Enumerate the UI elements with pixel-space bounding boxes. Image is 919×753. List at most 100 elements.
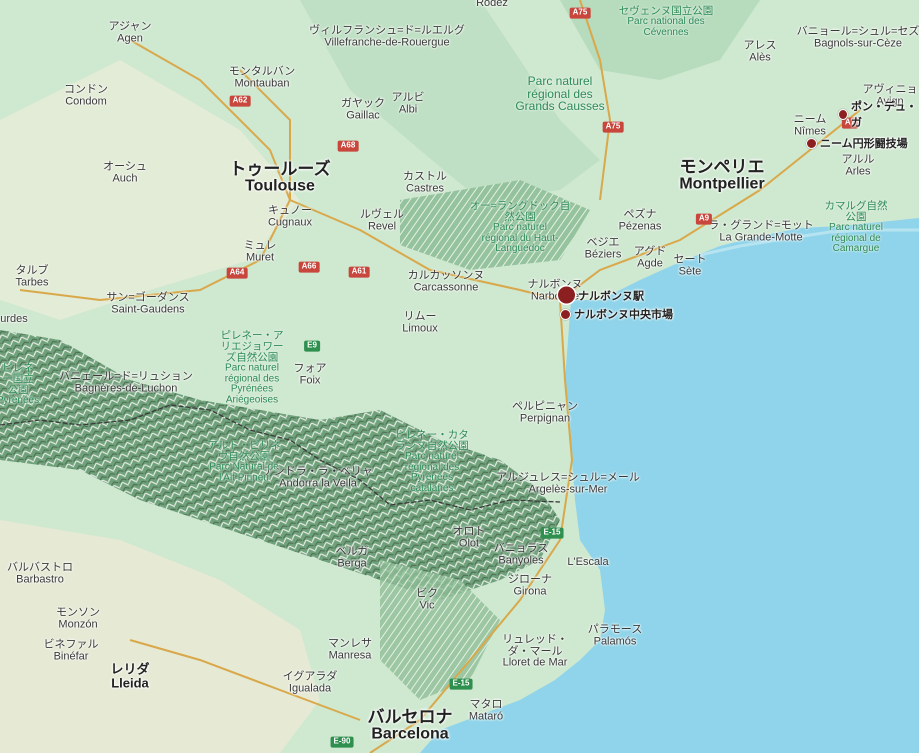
city-label-sete[interactable]: セート Sète xyxy=(674,254,707,277)
city-name-ja: レリダ xyxy=(110,661,150,677)
city-name-ja: アルビ xyxy=(391,91,425,104)
poi-pont-du-gard[interactable]: ポン・デュ・ガ xyxy=(838,98,919,130)
park-name-en: Parc national des Cévennes xyxy=(627,16,705,38)
city-label-perpignan[interactable]: ペルピニャン Perpignan xyxy=(512,401,578,424)
city-name-ja: アグド xyxy=(633,245,667,258)
city-label-monzon[interactable]: モンソン Monzón xyxy=(56,607,100,630)
city-name-ja: ベルガ xyxy=(335,545,369,558)
city-label-tarbes[interactable]: タルブ Tarbes xyxy=(15,265,48,288)
park-label-camargue[interactable]: カマルグ自然公園 Parc naturel régional de Camargu… xyxy=(821,201,891,255)
city-label-lleida[interactable]: レリダ Lleida xyxy=(110,662,149,689)
park-label-catalanes[interactable]: ピレネー・カタランヌ自然公園 Parc naturel régional des … xyxy=(392,429,472,494)
city-label-montauban[interactable]: モンタルバン Montauban xyxy=(229,66,296,89)
city-label-binefar[interactable]: ビネファル Binéfar xyxy=(44,639,99,662)
city-label-auch[interactable]: オーシュ Auch xyxy=(103,161,147,184)
city-label-palamos[interactable]: パラモース Palamós xyxy=(588,624,642,647)
road-shield: E9 xyxy=(304,340,320,352)
city-name-ja: カストル xyxy=(403,170,447,183)
city-name-en: Vic xyxy=(419,599,435,611)
poi-label: ナルボンヌ中央市場 xyxy=(574,309,673,321)
city-label-ales[interactable]: アレス Alès xyxy=(744,40,777,63)
city-label-arles[interactable]: アルル Arles xyxy=(842,154,875,177)
city-label-lourdes[interactable]: urdes xyxy=(0,314,28,326)
city-name-en: Pézenas xyxy=(618,220,662,232)
city-name-ja: パラモース xyxy=(587,623,643,636)
park-label-grands-causses[interactable]: Parc naturel régional des Grands Causses xyxy=(515,75,605,113)
city-name-en: Alès xyxy=(749,51,771,63)
park-name-en: Parc naturel régional des Pyrénées catal… xyxy=(404,451,460,494)
poi-nimes-arena[interactable]: ニーム円形闘技場 xyxy=(806,135,908,151)
city-label-vic[interactable]: ビク Vic xyxy=(416,588,438,611)
city-name-ja: フォア xyxy=(293,362,327,375)
city-label-barcelona[interactable]: バルセロナ Barcelona xyxy=(368,708,453,744)
city-label-rodez[interactable]: Rodez xyxy=(476,0,508,10)
city-label-igualada[interactable]: イグアラダ Igualada xyxy=(283,671,338,694)
city-name-ja: モンペリエ xyxy=(679,157,765,177)
city-label-carcassonne[interactable]: カルカッソンヌ Carcassonne xyxy=(408,270,485,293)
city-label-muret[interactable]: ミュレ Muret xyxy=(244,240,277,263)
city-label-pezenas[interactable]: ペズナ Pézenas xyxy=(619,209,662,232)
city-name-en: Agen xyxy=(117,32,143,44)
city-label-argeles[interactable]: アルジュレス=シュル=メール Argelès-sur-Mer xyxy=(496,472,640,495)
city-label-cugnaux[interactable]: キュノー Cugnaux xyxy=(268,205,312,228)
location-pin-icon xyxy=(560,308,571,320)
city-label-manresa[interactable]: マンレサ Manresa xyxy=(328,638,372,661)
city-label-girona[interactable]: ジローナ Girona xyxy=(508,574,552,597)
city-label-lescala[interactable]: L'Escala xyxy=(567,557,608,569)
park-label-alt-pirineu[interactable]: アルト・ピリネウ自然公園 Parc Natural de l'Alt Pirine… xyxy=(204,440,284,483)
city-label-luchon[interactable]: バニェール=ド=リュション Bagnères-de-Luchon xyxy=(59,371,193,394)
city-label-foix[interactable]: フォア Foix xyxy=(294,363,327,386)
city-name-ja: ミュレ xyxy=(243,239,277,252)
road-shield: A64 xyxy=(226,267,248,279)
city-label-bagnols[interactable]: バニョール=シュル=セズ Bagnols-sur-Cèze xyxy=(797,26,919,49)
city-label-villefranche[interactable]: ヴィルフランシュ=ド=ルエルグ Villefranche-de-Rouergue xyxy=(309,25,465,48)
city-label-toulouse[interactable]: トゥールーズ Toulouse xyxy=(229,160,330,196)
city-name-ja: ペルピニャン xyxy=(512,400,578,413)
city-label-barbastro[interactable]: バルバストロ Barbastro xyxy=(7,562,73,585)
road-shield: A75 xyxy=(602,121,624,133)
city-name-en: Perpignan xyxy=(519,412,571,424)
city-name-ja: ジローナ xyxy=(508,573,552,586)
city-name-ja: セート xyxy=(673,253,707,266)
city-label-gaillac[interactable]: ガヤック Gaillac xyxy=(341,98,385,121)
city-label-limoux[interactable]: リムー Limoux xyxy=(402,311,437,334)
city-label-mataro[interactable]: マタロ Mataró xyxy=(469,699,503,722)
city-label-agen[interactable]: アジャン Agen xyxy=(108,21,151,44)
city-name-en: Gaillac xyxy=(346,109,380,121)
city-name-en: Lleida xyxy=(111,675,149,690)
city-name-en: Olot xyxy=(458,537,480,549)
city-label-lloret[interactable]: リュレッド・ダ・マール Lloret de Mar xyxy=(495,634,575,670)
map-canvas[interactable]: トゥールーズ Toulouse モンペリエ Montpellier バルセロナ … xyxy=(0,0,919,753)
city-label-saint-gaudens[interactable]: サン=ゴーダンス Saint-Gaudens xyxy=(106,292,189,315)
poi-label: ニーム円形闘技場 xyxy=(820,138,908,150)
city-name-ja: コンドン xyxy=(64,83,108,96)
city-name-en: Manresa xyxy=(328,649,372,661)
city-name-en: Villefranche-de-Rouergue xyxy=(324,36,450,48)
city-label-castres[interactable]: カストル Castres xyxy=(403,171,447,194)
city-name-en: Girona xyxy=(513,585,547,597)
city-name-en: Sète xyxy=(678,265,702,277)
park-label-ariegeoises[interactable]: ピレネー・アリエジョワーズ自然公園 Parc naturel régional d… xyxy=(212,330,292,405)
city-label-olot[interactable]: オロト Olot xyxy=(453,526,486,549)
city-label-revel[interactable]: ルヴェル Revel xyxy=(360,209,404,232)
city-label-banyoles[interactable]: バニョラス Banyoles xyxy=(494,543,549,566)
city-label-beziers[interactable]: ベジエ Béziers xyxy=(585,237,622,260)
park-label-cevennes[interactable]: セヴェンヌ国立公園 Parc national des Cévennes xyxy=(619,5,714,38)
city-label-berga[interactable]: ベルガ Berga xyxy=(336,546,369,569)
city-label-montpellier[interactable]: モンペリエ Montpellier xyxy=(679,157,765,194)
city-label-agde[interactable]: アグド Agde xyxy=(634,246,666,269)
city-name-ja: アレス xyxy=(743,39,777,52)
park-label-pyrenees[interactable]: ピレネー国立公園 Pyrénées xyxy=(0,363,39,407)
road-shield: A62 xyxy=(229,95,251,107)
city-name-ja: マタロ xyxy=(469,698,503,711)
city-name-ja: ラ・グランド=モット xyxy=(708,219,814,232)
city-name-ja: オーシュ xyxy=(103,160,147,173)
city-name-en: Lloret de Mar xyxy=(502,656,568,669)
city-label-condom[interactable]: コンドン Condom xyxy=(64,84,108,107)
park-label-haut-languedoc[interactable]: オー=ラングドック自然公園 Parc naturel régional du Ha… xyxy=(465,201,575,255)
poi-narbonne-market[interactable]: ナルボンヌ中央市場 xyxy=(560,306,673,322)
city-label-grande-motte[interactable]: ラ・グランド=モット La Grande-Motte xyxy=(708,220,813,243)
city-name-en: Auch xyxy=(112,172,138,184)
poi-narbonne-station[interactable]: ナルボンヌ駅 xyxy=(558,286,644,304)
city-label-albi[interactable]: アルビ Albi xyxy=(392,92,425,115)
